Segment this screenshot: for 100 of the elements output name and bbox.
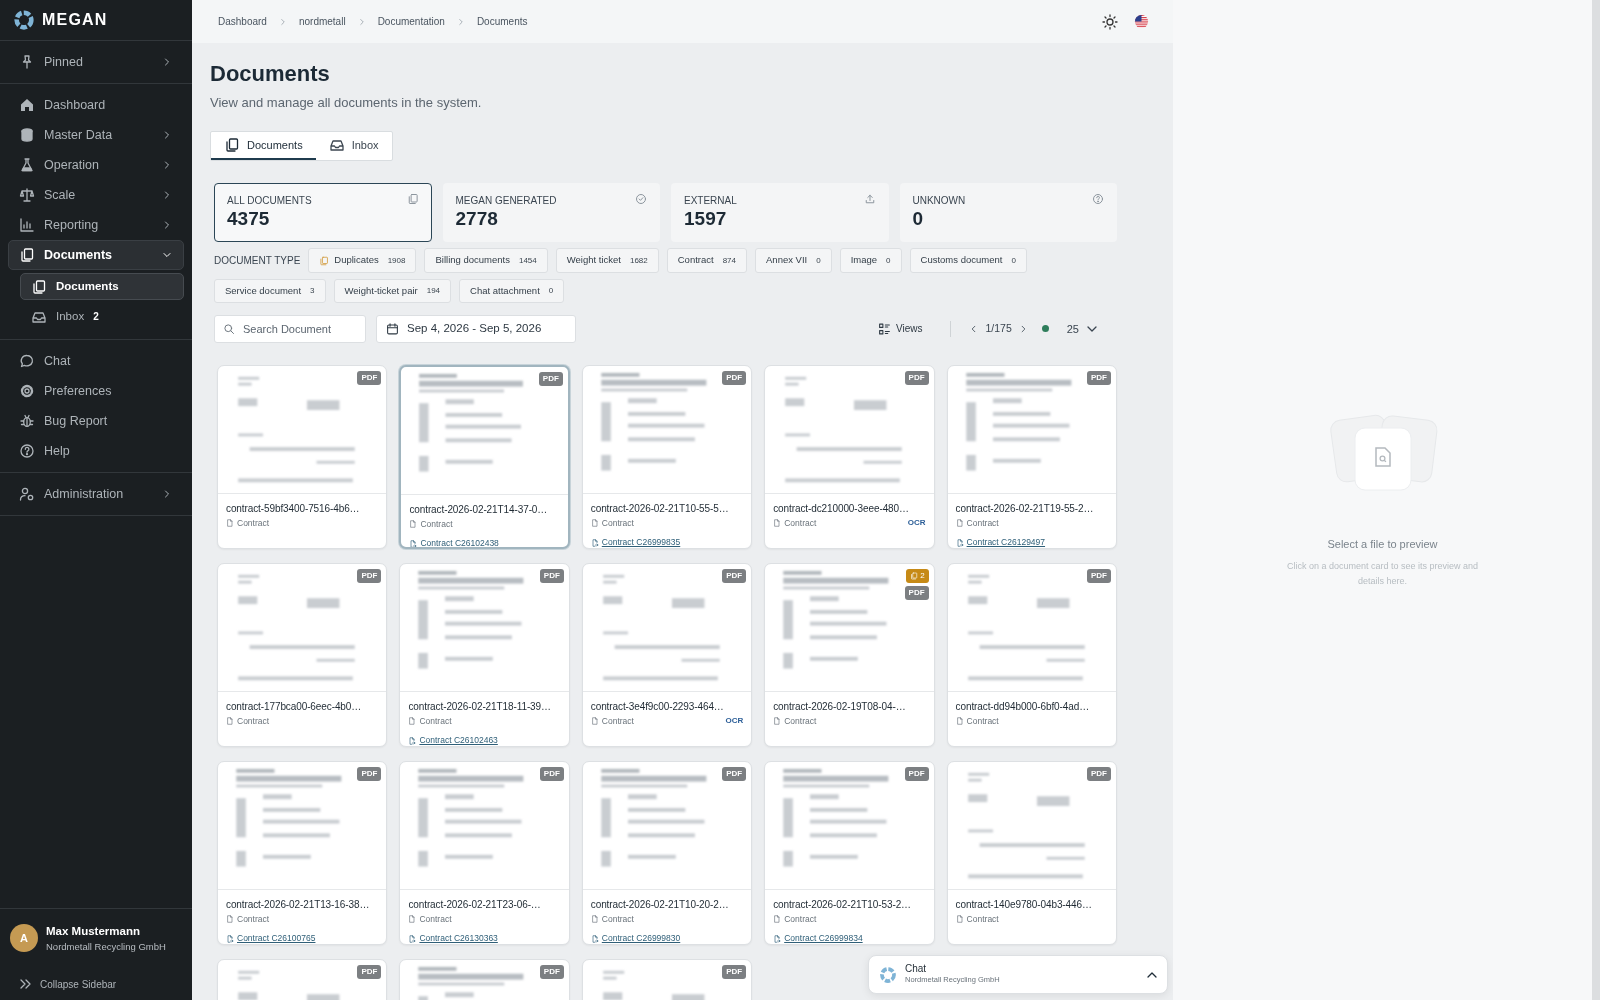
document-name: contract-2026-02-21T23-06-…	[408, 897, 542, 912]
search-field[interactable]: Search Document	[214, 314, 366, 343]
document-type: Contract	[955, 912, 999, 926]
stat-card[interactable]: ALL DOCUMENTS 4375	[214, 183, 432, 243]
file-icon	[590, 717, 599, 726]
contract-link[interactable]: Contract C26999835	[590, 536, 681, 548]
contract-link[interactable]: Contract C26102463	[408, 734, 498, 746]
document-card[interactable]: PDF	[399, 958, 570, 1000]
file-icon	[409, 520, 418, 529]
breadcrumb-link[interactable]: Documentation	[377, 14, 445, 29]
filter-chip[interactable]: Service document 3	[214, 278, 326, 303]
stat-value: 2778	[455, 208, 499, 231]
document-card[interactable]: PDF	[217, 958, 388, 1000]
stat-value: 4375	[227, 208, 271, 231]
sidebar-item[interactable]: Documents	[8, 240, 184, 270]
filter-chip[interactable]: Annex VII 0	[755, 248, 832, 273]
filter-chip[interactable]: Image 0	[839, 248, 902, 273]
sidebar-item[interactable]: Dashboard	[8, 90, 184, 120]
document-card[interactable]: PDF contract-2026-02-21T10-53-2… Contract Contract C26999834	[764, 760, 935, 945]
document-name: contract-3e4f9c00-2293-464…	[590, 699, 725, 714]
sidebar-item[interactable]: Operation	[8, 150, 184, 180]
page-size-select[interactable]: 25	[1060, 319, 1103, 339]
sidebar-item[interactable]: Reporting	[8, 210, 184, 240]
filter-chip[interactable]: Duplicates 1908	[308, 248, 417, 273]
filter-chip[interactable]: Billing documents 1454	[424, 248, 548, 273]
document-card[interactable]: PDF contract-2026-02-21T10-55-5… Contract Contract C26999835	[581, 364, 753, 549]
filter-chip[interactable]: Weight-ticket pair 194	[333, 278, 452, 303]
stat-card[interactable]: EXTERNAL 1597	[671, 183, 889, 243]
document-card[interactable]: PDF contract-2026-02-21T23-06-… Contract Contract C26130363	[399, 760, 570, 945]
tab[interactable]: Documents	[211, 131, 316, 161]
file-link-icon	[590, 934, 599, 943]
document-card[interactable]: PDF contract-140e9780-04b3-446… Contract	[946, 760, 1117, 945]
filter-chip[interactable]: Chat attachment 0	[459, 278, 565, 303]
document-type: Contract	[955, 714, 999, 728]
contract-link[interactable]: Contract C26130363	[408, 932, 498, 944]
sidebar-item[interactable]: Scale	[8, 180, 184, 210]
document-card[interactable]: PDF contract-3e4f9c00-2293-464… Contract OCR	[581, 562, 753, 747]
contract-link[interactable]: Contract C26999830	[590, 932, 681, 944]
document-card[interactable]: PDF contract-177bca00-6eec-4b0… Contract	[217, 562, 388, 747]
file-icon	[955, 519, 964, 528]
sidebar-item[interactable]: Administration	[8, 479, 184, 509]
sidebar-subitem[interactable]: Inbox 2	[20, 303, 184, 330]
document-card[interactable]: PDF contract-2026-02-21T10-20-2… Contract Contract C26999830	[581, 760, 753, 945]
document-card[interactable]: PDF contract-dc210000-3eee-480… Contract OCR	[764, 364, 935, 549]
filter-chip[interactable]: Weight ticket 1682	[555, 248, 659, 273]
file-icon	[226, 915, 234, 924]
sidebar-item[interactable]: Help	[8, 436, 184, 466]
page-subtitle: View and manage all documents in the system.	[210, 94, 483, 113]
sidebar-item[interactable]: Chat	[8, 346, 184, 376]
breadcrumb-link[interactable]: nordmetall	[298, 14, 346, 29]
file-icon	[955, 915, 964, 924]
document-card[interactable]: PDF contract-2026-02-21T14-37-0… Contract Contract C26102438	[399, 364, 570, 549]
home-icon	[19, 97, 35, 113]
flask-icon	[19, 157, 35, 173]
preview-title: Select a file to preview	[1327, 537, 1438, 553]
stat-value: 1597	[684, 208, 728, 231]
flag-icon[interactable]	[1134, 14, 1149, 29]
theme-toggle-button[interactable]	[1102, 13, 1118, 30]
sidebar-item[interactable]: Preferences	[8, 376, 184, 406]
contract-link[interactable]: Contract C26102438	[409, 537, 499, 547]
contract-link[interactable]: Contract C26999834	[773, 932, 863, 944]
file-icon	[226, 519, 234, 528]
chat-icon	[19, 353, 35, 369]
logo-text: MEGAN	[42, 10, 108, 30]
filter-chip[interactable]: Customs document 0	[909, 248, 1027, 273]
document-card[interactable]: PDF contract-2026-02-21T18-11-39… Contract Contract C26102463	[399, 562, 570, 747]
sidebar-subitem[interactable]: Documents	[20, 273, 184, 300]
stat-card[interactable]: UNKNOWN 0	[899, 183, 1117, 243]
document-type: Contract	[773, 714, 817, 728]
date-range-field[interactable]: Sep 4, 2026 - Sep 5, 2026	[376, 314, 576, 343]
contract-link[interactable]: Contract C26129497	[955, 536, 1046, 548]
document-name: contract-140e9780-04b3-446…	[955, 897, 1093, 912]
filter-chip[interactable]: Contract 874	[666, 248, 747, 273]
document-type: Contract	[226, 516, 270, 530]
contract-link[interactable]: Contract C26100765	[226, 932, 316, 944]
document-card[interactable]: PDF contract-2026-02-21T19-55-2… Contract Contract C26129497	[946, 364, 1117, 549]
sidebar-item[interactable]: Master Data	[8, 120, 184, 150]
chat-title: Chat	[905, 963, 928, 975]
tab[interactable]: Inbox	[315, 131, 392, 161]
file-link-icon	[408, 736, 417, 745]
document-card[interactable]: PDF	[581, 958, 753, 1000]
stat-card[interactable]: MEGAN GENERATED 2778	[442, 183, 660, 243]
document-card[interactable]: PDF contract-59bf3400-7516-4b6… Contract	[217, 364, 388, 549]
document-card[interactable]: 2 PDF contract-2026-02-19T08-04-… Contract	[764, 562, 935, 747]
views-button[interactable]: Views	[871, 319, 929, 338]
collapse-sidebar-button[interactable]: Collapse Sidebar	[10, 976, 125, 992]
sidebar-item[interactable]: Pinned	[8, 47, 184, 77]
document-type: Contract	[226, 912, 270, 926]
document-type: Contract	[590, 912, 634, 926]
sidebar-item[interactable]: Bug Report	[8, 406, 184, 436]
document-card[interactable]: PDF contract-dd94b000-6bf0-4ad… Contract	[946, 562, 1117, 747]
logo-icon	[879, 965, 897, 984]
documents-icon	[19, 247, 35, 263]
document-card[interactable]: PDF contract-2026-02-21T13-16-38… Contract Contract C26100765	[217, 760, 388, 945]
help-icon	[1092, 193, 1104, 206]
documents-icon	[31, 278, 47, 295]
search-icon	[223, 322, 235, 335]
breadcrumb-link[interactable]: Dashboard	[218, 14, 267, 29]
breadcrumb-link[interactable]: Documents	[476, 14, 528, 29]
chevron-up-icon	[1147, 971, 1157, 978]
